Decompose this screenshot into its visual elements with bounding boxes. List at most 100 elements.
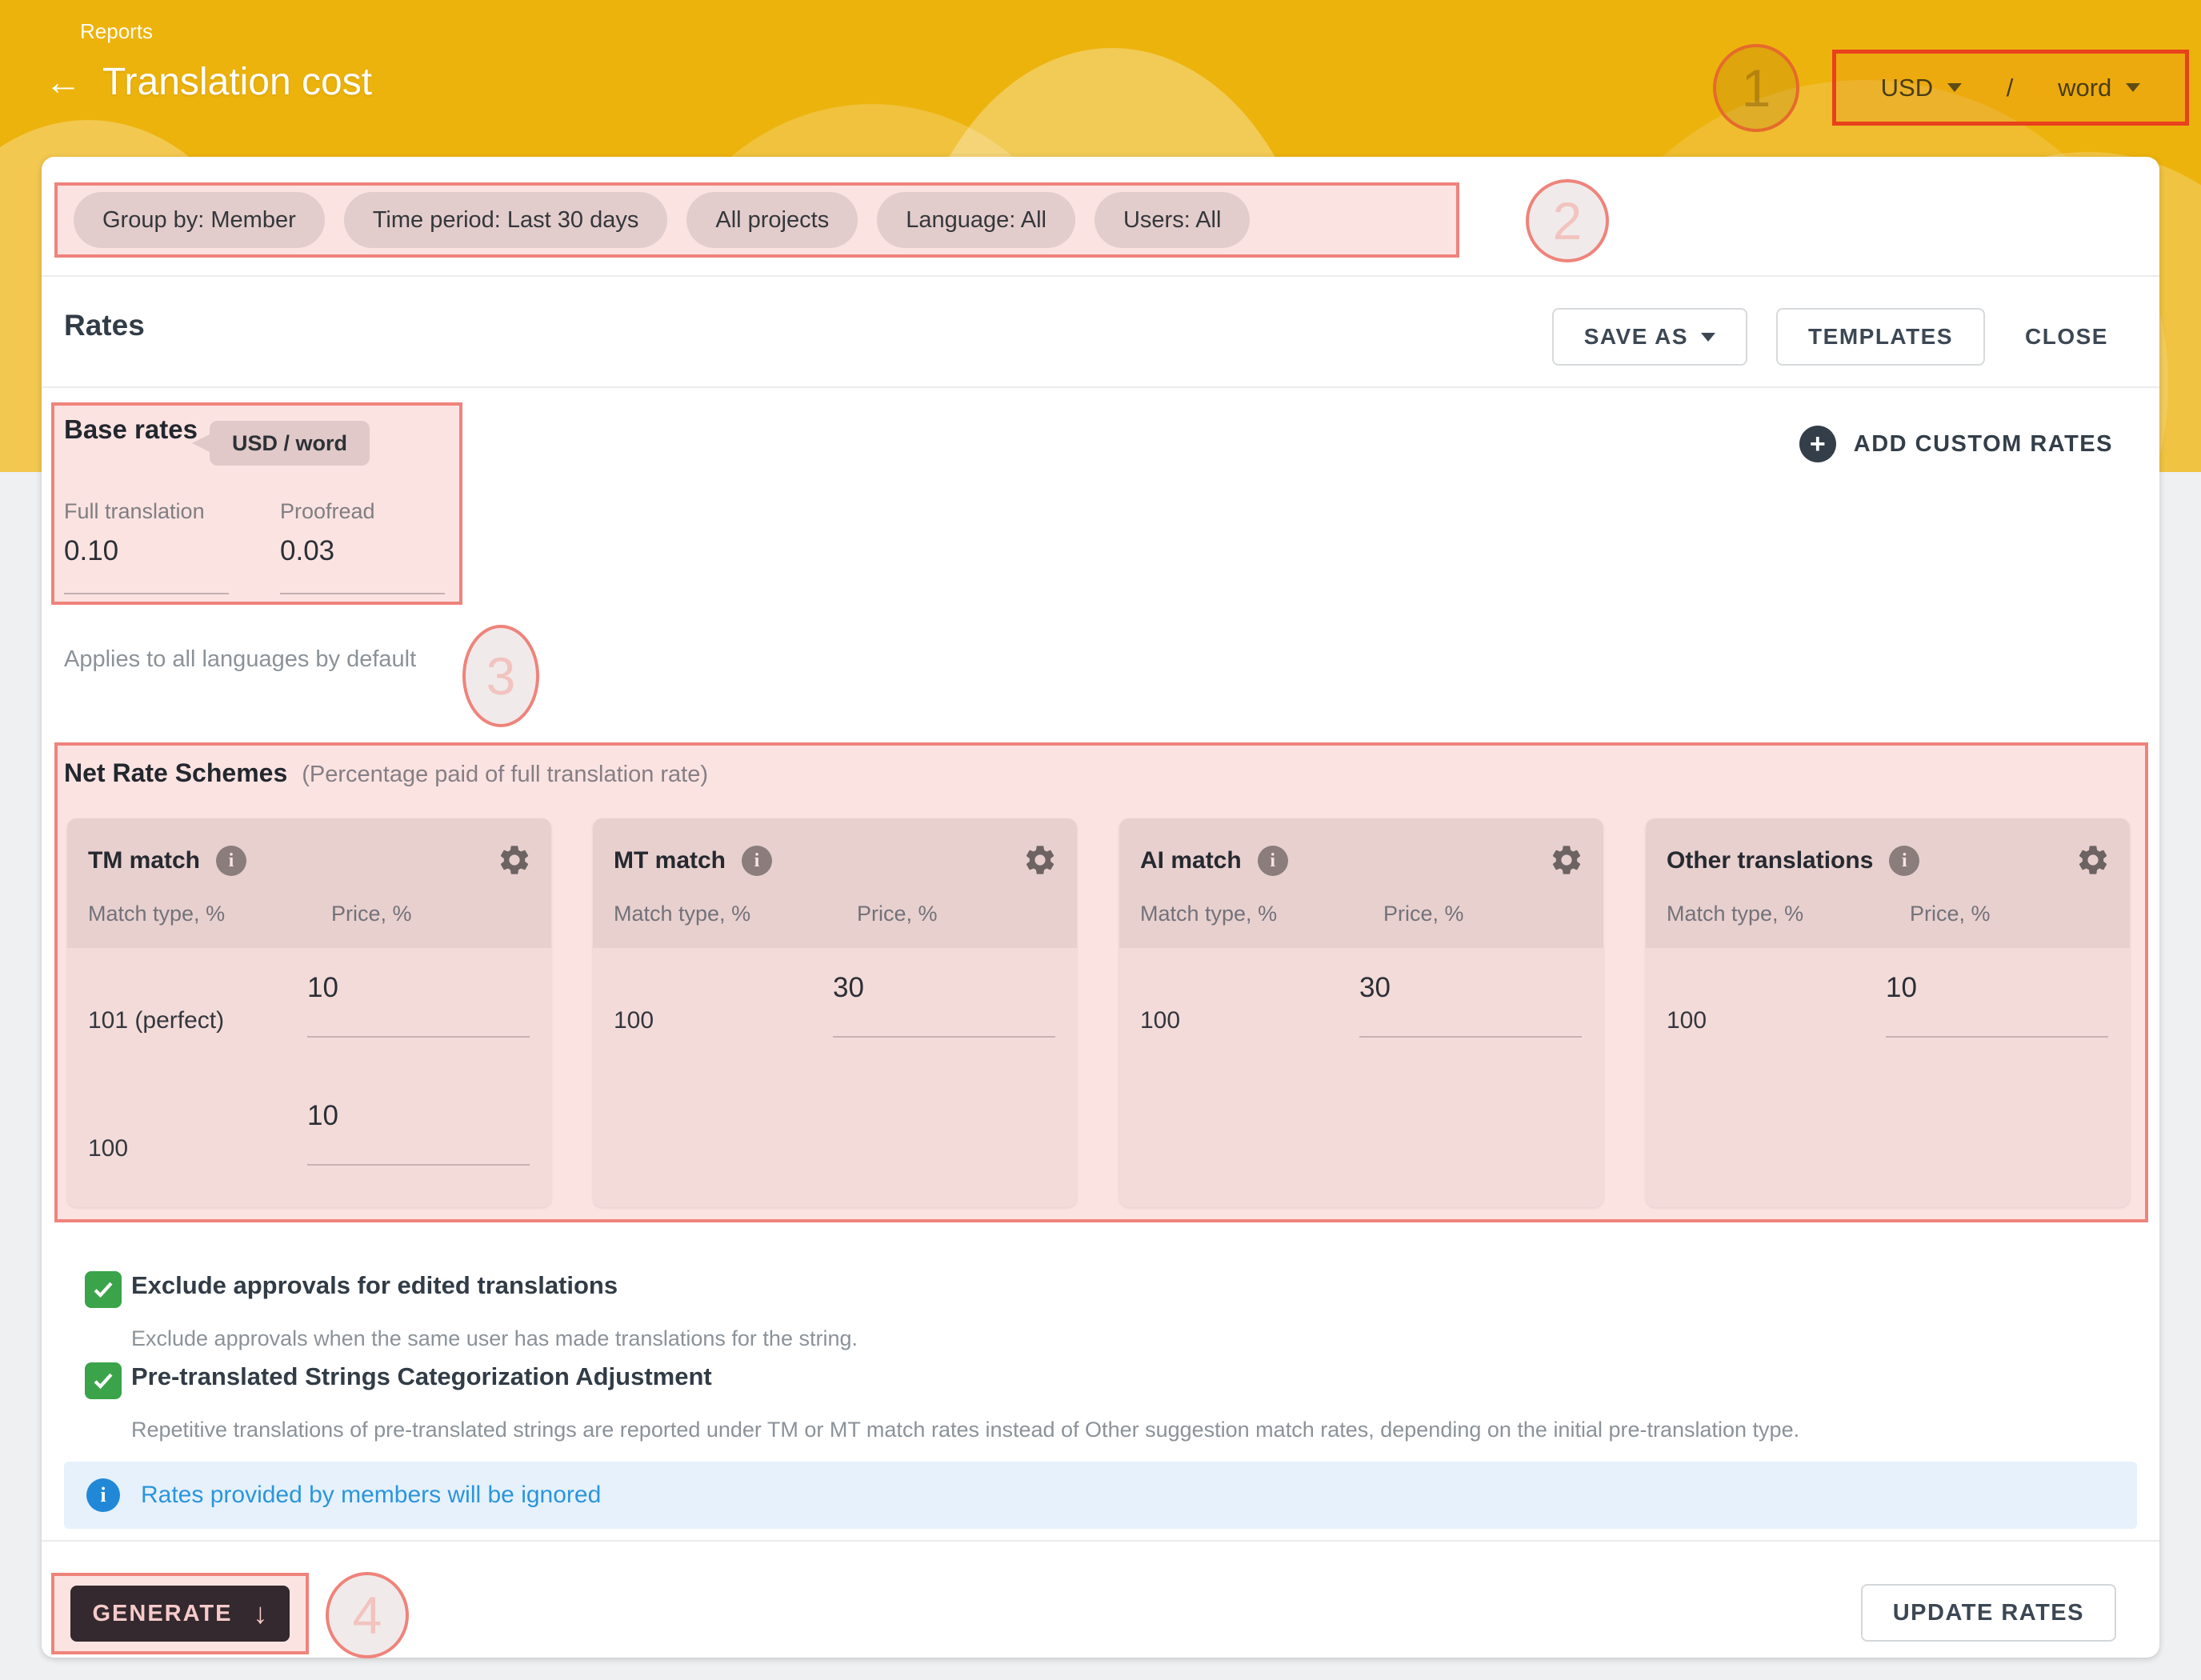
scheme-card-tm-match: TM match i Match type, % Price, % 101 (p… xyxy=(67,818,551,1207)
scheme-title-row: MT match i xyxy=(614,846,772,876)
chip-group-by[interactable]: Group by: Member xyxy=(74,192,325,248)
proofread-field: Proofread 0.03 xyxy=(280,499,445,594)
close-button[interactable]: CLOSE xyxy=(2014,324,2119,350)
scheme-card-mt-match: MT match i Match type, % Price, % 100 30 xyxy=(593,818,1077,1207)
unit-dropdown[interactable]: word xyxy=(2058,74,2140,102)
info-icon[interactable]: i xyxy=(216,846,246,876)
proofread-input[interactable]: 0.03 xyxy=(280,535,445,594)
option-description: Exclude approvals when the same user has… xyxy=(131,1326,858,1351)
check-icon xyxy=(90,1367,117,1394)
download-arrow-icon: ↓ xyxy=(253,1597,267,1630)
gear-icon[interactable] xyxy=(1022,842,1058,878)
info-icon: i xyxy=(86,1478,120,1512)
match-type-value: 100 xyxy=(1140,1007,1180,1034)
rates-section-title: Rates xyxy=(64,309,145,342)
scheme-title-row: AI match i xyxy=(1140,846,1288,876)
scheme-title: Other translations xyxy=(1667,847,1873,874)
scheme-title: AI match xyxy=(1140,847,1242,874)
page-title-row: ← Translation cost xyxy=(45,58,372,106)
currency-unit-selector: USD / word xyxy=(1832,50,2189,126)
check-icon xyxy=(90,1276,117,1303)
net-rate-schemes-heading: Net Rate Schemes (Percentage paid of ful… xyxy=(64,758,708,788)
scheme-card-ai-match: AI match i Match type, % Price, % 100 30 xyxy=(1119,818,1603,1207)
update-rates-button[interactable]: UPDATE RATES xyxy=(1861,1584,2116,1642)
base-rates-title: Base rates xyxy=(64,414,198,445)
plus-icon: + xyxy=(1799,426,1836,462)
option-label: Exclude approvals for edited translation… xyxy=(131,1271,618,1300)
chip-users[interactable]: Users: All xyxy=(1094,192,1250,248)
annotation-step-2: 2 xyxy=(1526,179,1609,262)
column-match-type: Match type, % xyxy=(88,902,225,926)
gear-icon[interactable] xyxy=(497,842,532,878)
unit-value: word xyxy=(2058,74,2111,102)
option-description: Repetitive translations of pre-translate… xyxy=(131,1418,1799,1442)
scheme-title: MT match xyxy=(614,847,726,874)
page-title: Translation cost xyxy=(102,60,372,104)
info-icon[interactable]: i xyxy=(742,846,772,876)
gear-icon[interactable] xyxy=(1549,842,1584,878)
full-translation-input[interactable]: 0.10 xyxy=(64,535,229,594)
checkbox-exclude-approvals[interactable] xyxy=(85,1271,122,1308)
report-settings-card: Group by: Member Time period: Last 30 da… xyxy=(42,157,2159,1658)
breadcrumb[interactable]: Reports xyxy=(80,19,153,44)
scheme-card-header xyxy=(593,818,1077,948)
filter-chips-row: Group by: Member Time period: Last 30 da… xyxy=(74,192,1250,248)
annotation-step-4: 4 xyxy=(326,1572,409,1658)
column-match-type: Match type, % xyxy=(1140,902,1277,926)
price-input[interactable]: 30 xyxy=(833,972,1055,1038)
generate-button[interactable]: GENERATE ↓ xyxy=(70,1586,290,1642)
scheme-title-row: TM match i xyxy=(88,846,246,876)
checkbox-pretranslated-adjustment[interactable] xyxy=(85,1362,122,1399)
add-custom-rates-label: ADD CUSTOM RATES xyxy=(1854,431,2113,458)
back-arrow-icon[interactable]: ← xyxy=(45,58,82,106)
currency-dropdown[interactable]: USD xyxy=(1881,74,1962,102)
annotation-step-1: 1 xyxy=(1713,44,1799,132)
scheme-card-header xyxy=(1119,818,1603,948)
price-input[interactable]: 30 xyxy=(1359,972,1582,1038)
match-type-value: 100 xyxy=(88,1135,128,1162)
info-icon[interactable]: i xyxy=(1258,846,1288,876)
scheme-title-row: Other translations i xyxy=(1667,846,1919,876)
chevron-down-icon xyxy=(2126,83,2140,92)
scheme-title: TM match xyxy=(88,847,200,874)
match-type-value: 100 xyxy=(614,1007,654,1034)
gear-icon[interactable] xyxy=(2075,842,2111,878)
divider xyxy=(42,386,2159,388)
chip-time-period[interactable]: Time period: Last 30 days xyxy=(344,192,668,248)
match-type-value: 101 (perfect) xyxy=(88,1007,224,1034)
column-price: Price, % xyxy=(1383,902,1464,926)
net-rate-schemes-title: Net Rate Schemes xyxy=(64,758,287,788)
match-type-value: 100 xyxy=(1667,1007,1707,1034)
column-price: Price, % xyxy=(331,902,412,926)
proofread-label: Proofread xyxy=(280,499,445,524)
update-rates-label: UPDATE RATES xyxy=(1893,1600,2084,1626)
option-label: Pre-translated Strings Categorization Ad… xyxy=(131,1362,712,1391)
price-input[interactable]: 10 xyxy=(307,972,530,1038)
unit-badge: USD / word xyxy=(210,421,370,466)
column-price: Price, % xyxy=(857,902,938,926)
info-banner-text: Rates provided by members will be ignore… xyxy=(141,1482,601,1509)
badge-pointer xyxy=(192,434,211,453)
full-translation-field: Full translation 0.10 xyxy=(64,499,229,594)
chevron-down-icon xyxy=(1701,333,1715,342)
templates-button[interactable]: TEMPLATES xyxy=(1776,308,1985,366)
chip-projects[interactable]: All projects xyxy=(686,192,858,248)
chevron-down-icon xyxy=(1947,83,1962,92)
scheme-card-other-translations: Other translations i Match type, % Price… xyxy=(1646,818,2130,1207)
annotation-step-3: 3 xyxy=(462,625,539,727)
templates-label: TEMPLATES xyxy=(1808,324,1953,350)
save-as-button[interactable]: SAVE AS xyxy=(1552,308,1747,366)
info-icon[interactable]: i xyxy=(1889,846,1919,876)
rates-actions: SAVE AS TEMPLATES CLOSE xyxy=(1552,308,2119,366)
column-match-type: Match type, % xyxy=(614,902,750,926)
base-rates-note: Applies to all languages by default xyxy=(64,646,416,673)
price-input[interactable]: 10 xyxy=(307,1100,530,1166)
divider xyxy=(42,1540,2159,1542)
add-custom-rates-button[interactable]: + ADD CUSTOM RATES xyxy=(1799,426,2113,462)
scheme-card-header xyxy=(67,818,551,948)
info-banner: i Rates provided by members will be igno… xyxy=(64,1462,2137,1529)
generate-label: GENERATE xyxy=(93,1601,233,1627)
divider xyxy=(42,275,2159,277)
chip-language[interactable]: Language: All xyxy=(877,192,1075,248)
price-input[interactable]: 10 xyxy=(1886,972,2108,1038)
